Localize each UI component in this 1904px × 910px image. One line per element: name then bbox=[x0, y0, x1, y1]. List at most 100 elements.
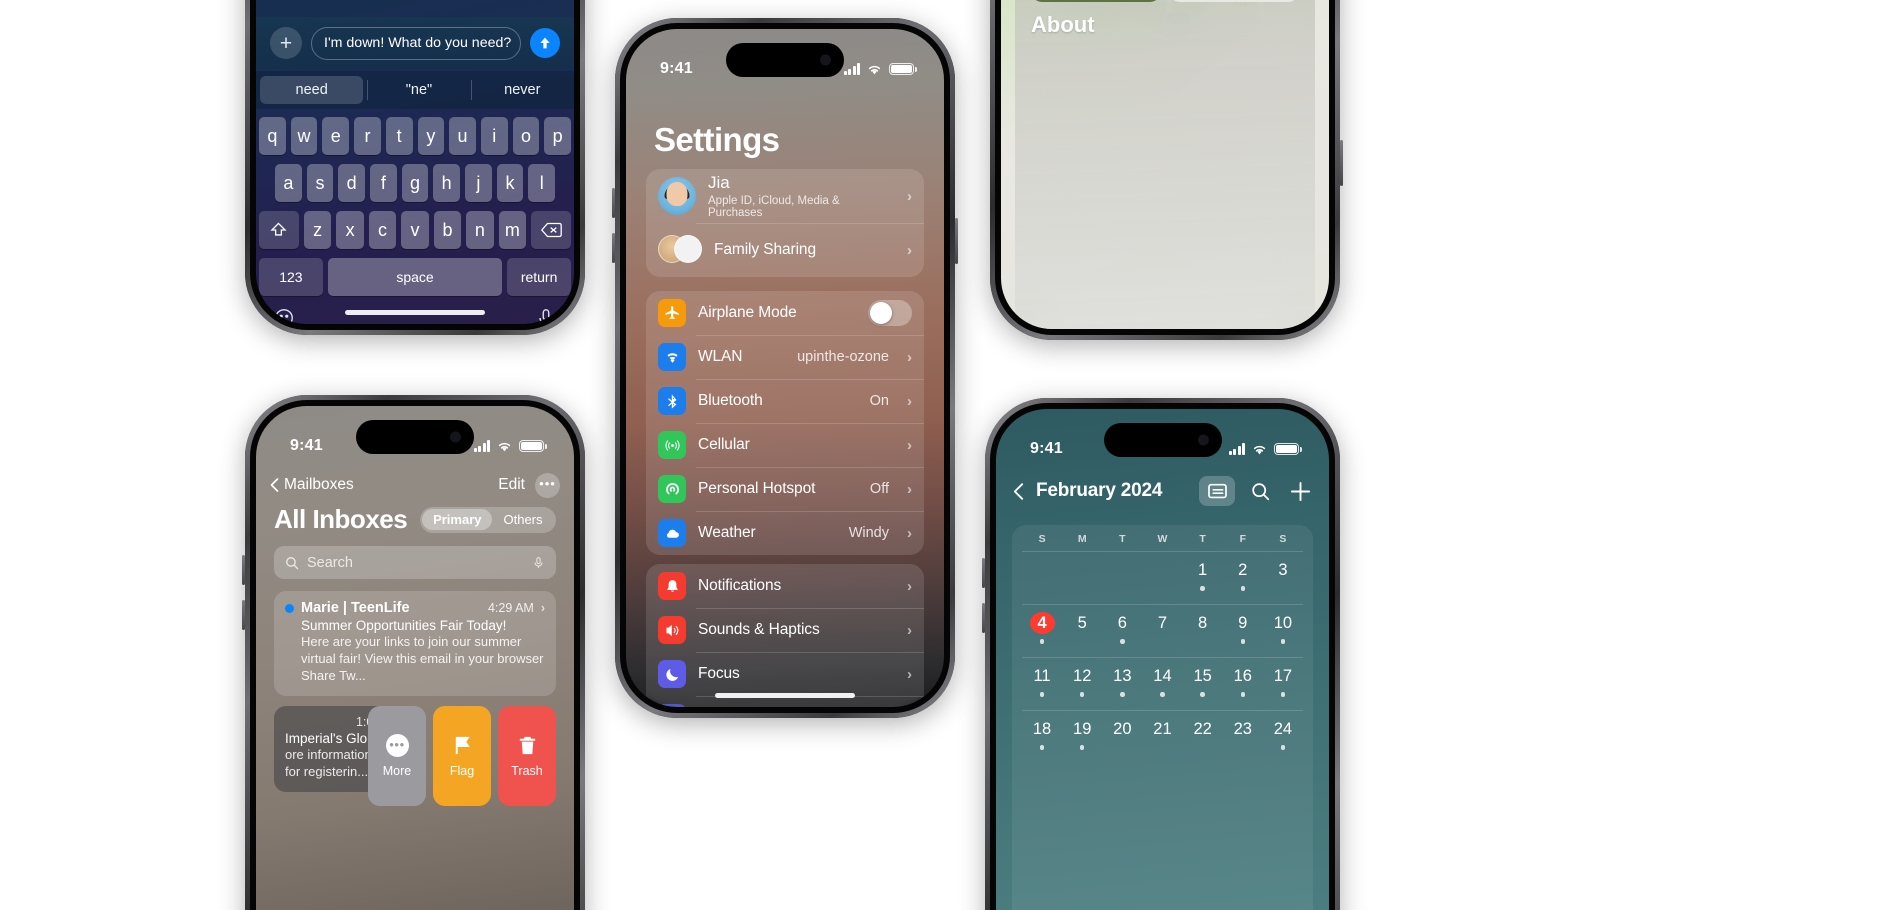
microphone-icon[interactable] bbox=[535, 307, 557, 324]
settings-row-airplane-mode[interactable]: Airplane Mode bbox=[646, 291, 924, 335]
key-x[interactable]: x bbox=[336, 211, 364, 249]
key-p[interactable]: p bbox=[544, 117, 572, 155]
settings-row-focus[interactable]: Focus › bbox=[646, 652, 924, 696]
calendar-day-24[interactable]: 24 bbox=[1263, 718, 1303, 754]
settings-row-account[interactable]: Jia Apple ID, iCloud, Media & Purchases … bbox=[646, 169, 924, 223]
space-key[interactable]: space bbox=[327, 258, 503, 296]
calendar-day-13[interactable]: 13 bbox=[1102, 665, 1142, 701]
calendar-day-17[interactable]: 17 bbox=[1263, 665, 1303, 701]
return-key[interactable]: return bbox=[507, 258, 571, 296]
calendar-day-15[interactable]: 15 bbox=[1183, 665, 1223, 701]
swipe-trash-button[interactable]: Trash bbox=[498, 706, 556, 806]
place-photo-interior[interactable] bbox=[1169, 0, 1299, 2]
segment-primary[interactable]: Primary bbox=[422, 509, 493, 530]
segment-others[interactable]: Others bbox=[492, 509, 553, 530]
key-m[interactable]: m bbox=[498, 211, 527, 249]
volume-down-button[interactable] bbox=[612, 233, 615, 263]
place-photo-aerial[interactable] bbox=[1031, 0, 1161, 2]
key-t[interactable]: t bbox=[385, 117, 413, 155]
calendar-day-8[interactable]: 8 bbox=[1183, 612, 1223, 648]
key-n[interactable]: n bbox=[466, 211, 494, 249]
home-indicator[interactable] bbox=[715, 693, 855, 698]
swipe-flag-button[interactable]: Flag bbox=[433, 706, 491, 806]
add-event-button[interactable] bbox=[1285, 476, 1315, 506]
microphone-icon[interactable] bbox=[532, 555, 545, 570]
message-text-field[interactable]: I'm down! What do you ne ed? bbox=[311, 26, 521, 60]
volume-down-button[interactable] bbox=[982, 603, 985, 633]
settings-row-family-sharing[interactable]: Family Sharing › bbox=[646, 223, 924, 277]
key-e[interactable]: e bbox=[322, 117, 350, 155]
calendar-day-11[interactable]: 11 bbox=[1022, 665, 1062, 701]
back-to-mailboxes-button[interactable]: Mailboxes bbox=[270, 476, 354, 494]
calendar-day-10[interactable]: 10 bbox=[1263, 612, 1303, 648]
numbers-key[interactable]: 123 bbox=[259, 258, 323, 296]
search-button[interactable] bbox=[1245, 476, 1275, 506]
attachment-plus-button[interactable]: + bbox=[270, 27, 302, 59]
settings-row-cellular[interactable]: Cellular › bbox=[646, 423, 924, 467]
key-i[interactable]: i bbox=[480, 117, 508, 155]
swipe-more-button[interactable]: ••• More bbox=[368, 706, 426, 806]
key-a[interactable]: a bbox=[274, 164, 302, 202]
settings-row-personal-hotspot[interactable]: Personal Hotspot Off › bbox=[646, 467, 924, 511]
delete-key[interactable] bbox=[531, 211, 571, 249]
ellipsis-circle-icon[interactable]: ••• bbox=[535, 472, 560, 498]
key-u[interactable]: u bbox=[449, 117, 476, 155]
key-o[interactable]: o bbox=[512, 117, 540, 155]
key-f[interactable]: f bbox=[370, 164, 397, 202]
search-input[interactable]: Search bbox=[274, 546, 556, 579]
key-h[interactable]: h bbox=[433, 164, 461, 202]
key-g[interactable]: g bbox=[401, 164, 429, 202]
volume-up-button[interactable] bbox=[982, 558, 985, 588]
volume-down-button[interactable] bbox=[242, 600, 245, 630]
settings-row-sounds-haptics[interactable]: Sounds & Haptics › bbox=[646, 608, 924, 652]
send-button[interactable] bbox=[530, 28, 560, 58]
home-indicator[interactable] bbox=[345, 310, 485, 315]
prediction-2[interactable]: never bbox=[470, 76, 574, 104]
key-k[interactable]: k bbox=[496, 164, 524, 202]
calendar-day-20[interactable]: 20 bbox=[1102, 718, 1142, 754]
power-button[interactable] bbox=[1340, 140, 1343, 186]
key-r[interactable]: r bbox=[354, 117, 381, 155]
key-q[interactable]: q bbox=[258, 117, 286, 155]
calendar-day-2[interactable]: 2 bbox=[1223, 559, 1263, 595]
mail-list-item-0[interactable]: Marie | TeenLife 4:29 AM › Summer Opport… bbox=[274, 591, 556, 696]
key-d[interactable]: d bbox=[338, 164, 365, 202]
calendar-day-3[interactable]: 3 bbox=[1263, 559, 1303, 595]
prediction-0[interactable]: need bbox=[260, 76, 364, 104]
back-button[interactable] bbox=[1010, 476, 1026, 506]
volume-up-button[interactable] bbox=[242, 555, 245, 585]
calendar-day-19[interactable]: 19 bbox=[1062, 718, 1102, 754]
calendar-day-4[interactable]: 4 bbox=[1022, 612, 1062, 648]
key-s[interactable]: s bbox=[306, 164, 334, 202]
emoji-icon[interactable] bbox=[273, 307, 295, 324]
edit-button[interactable]: Edit bbox=[498, 476, 525, 494]
settings-row-bluetooth[interactable]: Bluetooth On › bbox=[646, 379, 924, 423]
calendar-day-14[interactable]: 14 bbox=[1142, 665, 1182, 701]
calendar-day-22[interactable]: 22 bbox=[1183, 718, 1223, 754]
calendar-day-1[interactable]: 1 bbox=[1183, 559, 1223, 595]
shift-key[interactable] bbox=[259, 211, 299, 249]
settings-row-notifications[interactable]: Notifications › bbox=[646, 564, 924, 608]
calendar-day-16[interactable]: 16 bbox=[1223, 665, 1263, 701]
calendar-day-23[interactable]: 23 bbox=[1223, 718, 1263, 754]
volume-up-button[interactable] bbox=[612, 188, 615, 218]
key-l[interactable]: l bbox=[528, 164, 556, 202]
calendar-day-7[interactable]: 7 bbox=[1142, 612, 1182, 648]
calendar-day-21[interactable]: 21 bbox=[1142, 718, 1182, 754]
airplane-mode-toggle[interactable] bbox=[868, 300, 912, 326]
calendar-day-6[interactable]: 6 bbox=[1102, 612, 1142, 648]
power-button[interactable] bbox=[955, 218, 958, 264]
calendar-day-5[interactable]: 5 bbox=[1062, 612, 1102, 648]
key-c[interactable]: c bbox=[368, 211, 397, 249]
key-y[interactable]: y bbox=[417, 117, 445, 155]
list-view-button[interactable] bbox=[1199, 476, 1235, 506]
prediction-1[interactable]: "ne" bbox=[367, 76, 470, 104]
key-j[interactable]: j bbox=[465, 164, 492, 202]
key-w[interactable]: w bbox=[290, 117, 318, 155]
key-v[interactable]: v bbox=[401, 211, 429, 249]
key-b[interactable]: b bbox=[433, 211, 462, 249]
key-z[interactable]: z bbox=[303, 211, 332, 249]
settings-row-wlan[interactable]: WLAN upinthe-ozone › bbox=[646, 335, 924, 379]
calendar-day-12[interactable]: 12 bbox=[1062, 665, 1102, 701]
settings-row-weather[interactable]: Weather Windy › bbox=[646, 511, 924, 555]
